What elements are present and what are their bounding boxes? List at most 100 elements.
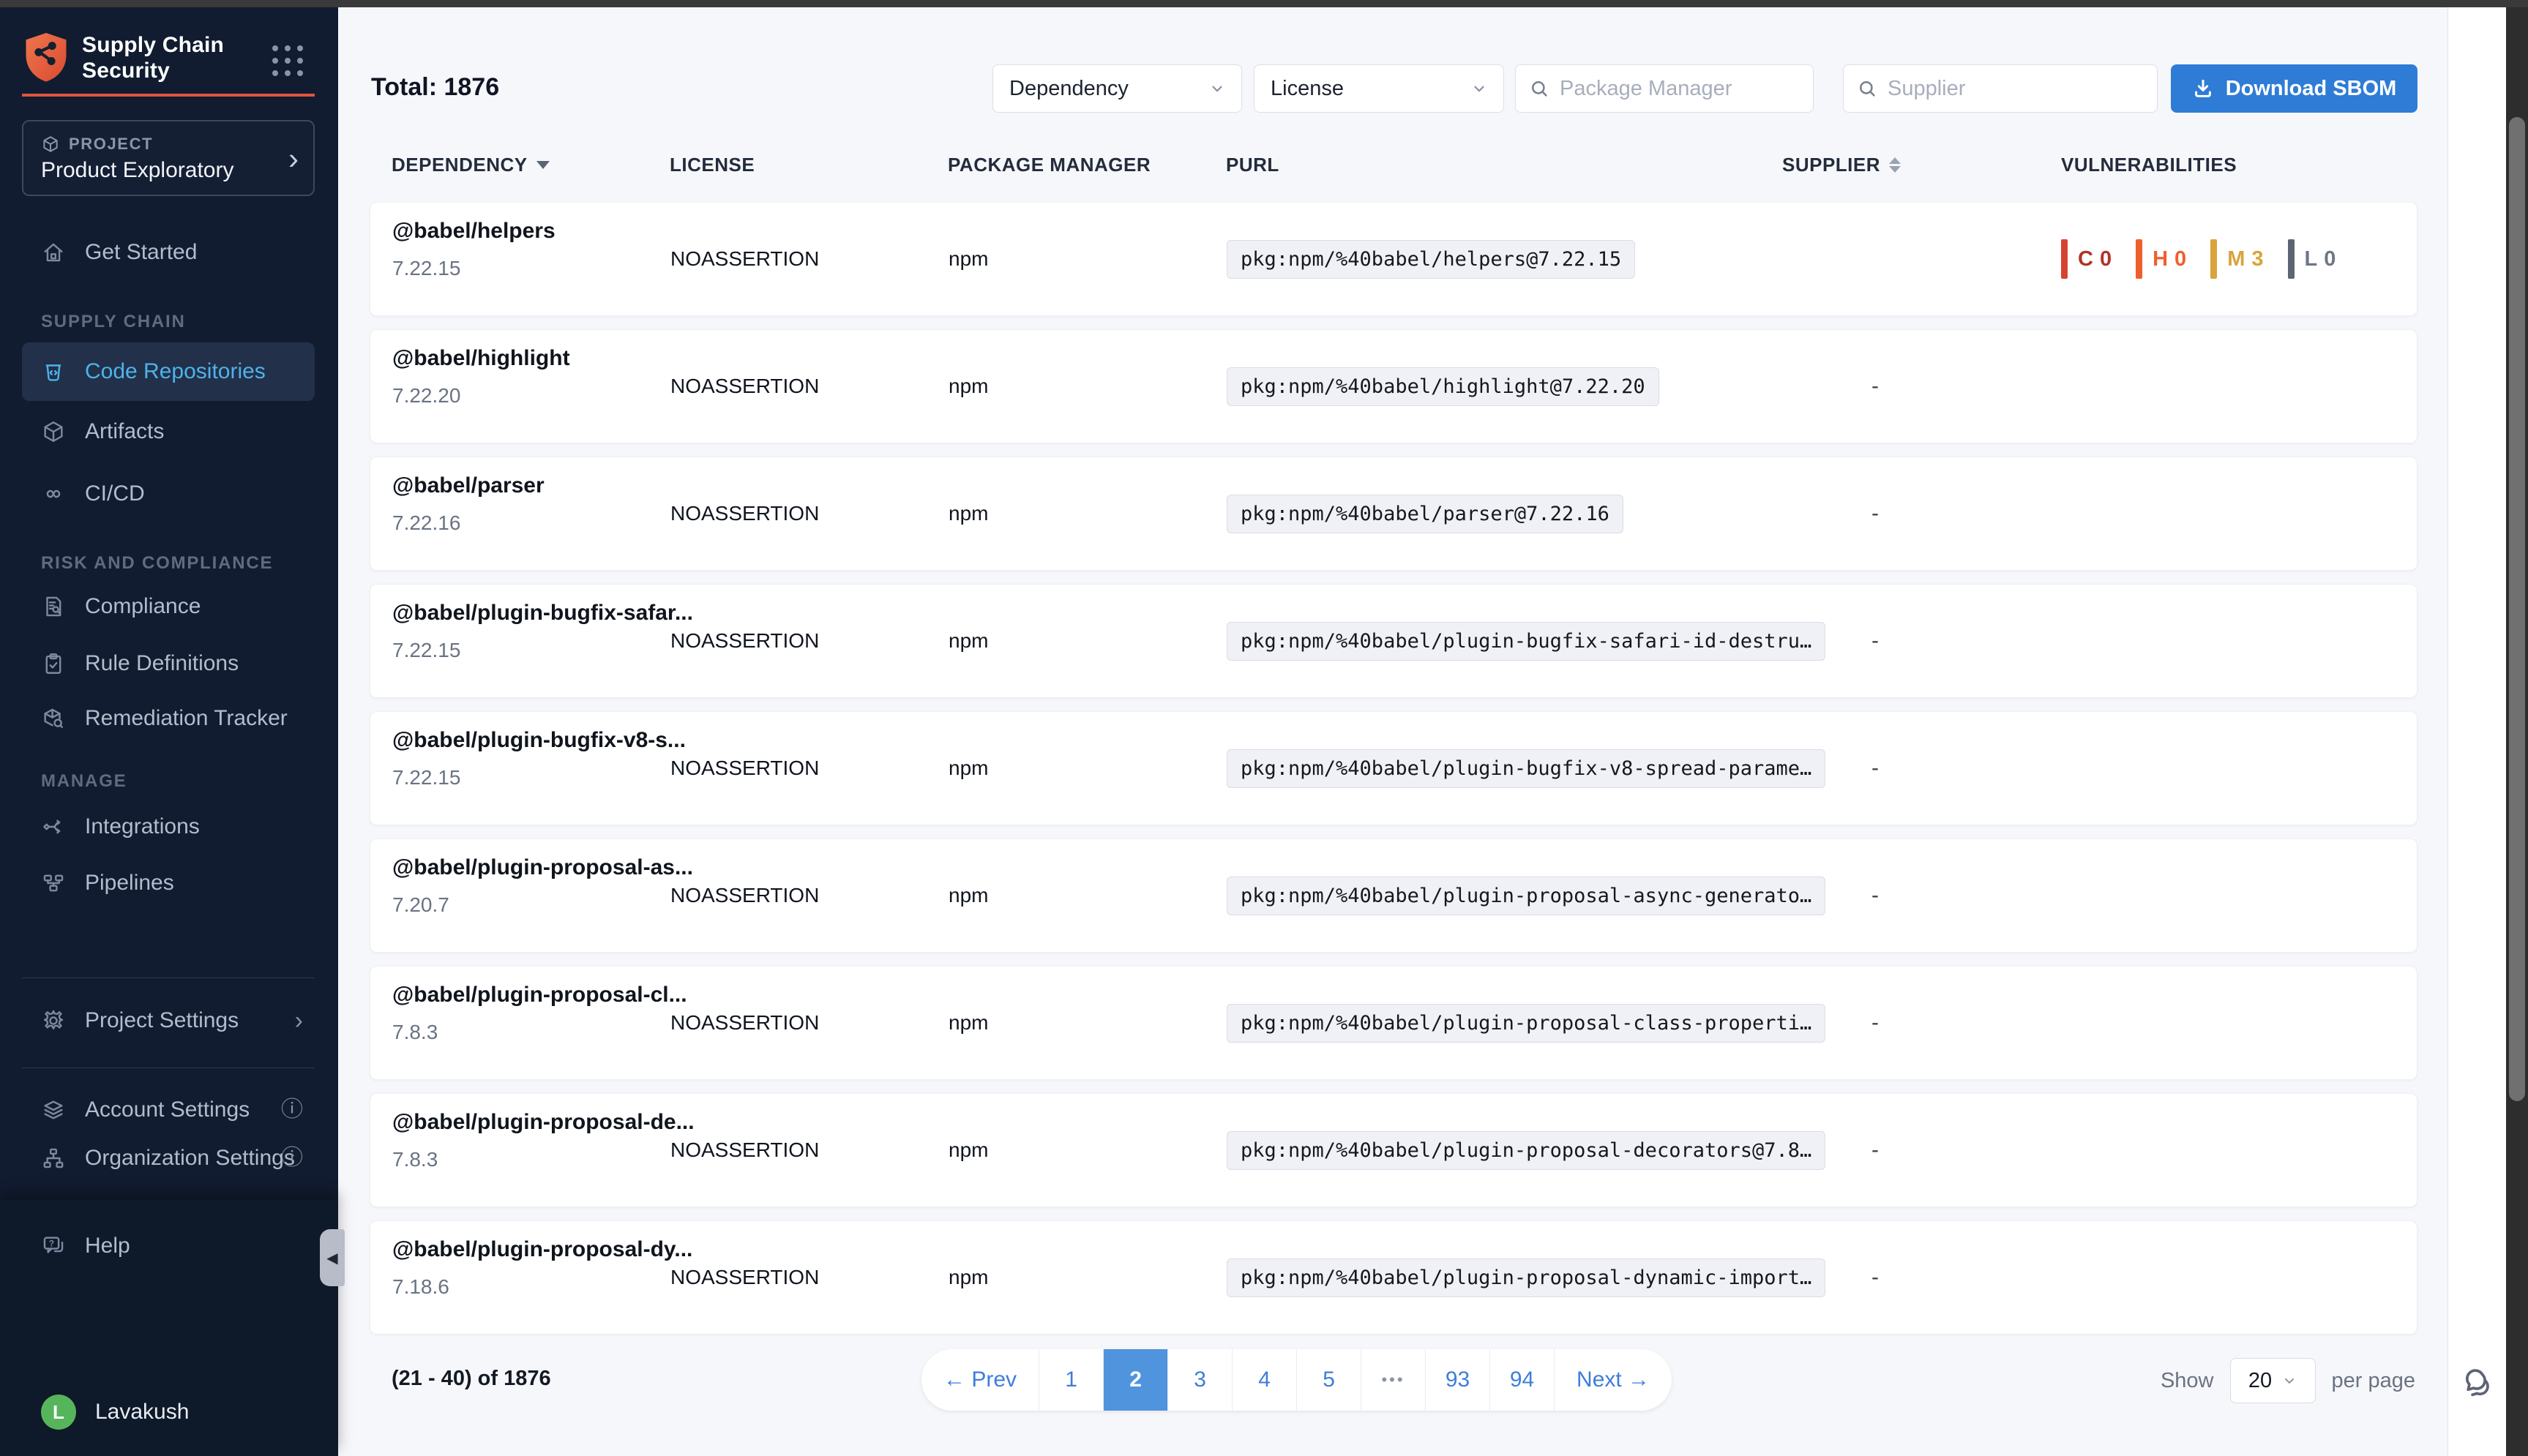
sidebar-item-account-settings[interactable]: Account Settings ⓘ (22, 1087, 315, 1133)
info-icon[interactable]: ⓘ (281, 1147, 303, 1169)
sidebar-item-code-repositories[interactable]: Code Repositories (22, 342, 315, 401)
project-selector[interactable]: PROJECT Product Exploratory › (22, 120, 315, 196)
infinity-icon (41, 481, 66, 506)
table-row[interactable]: @babel/plugin-proposal-dy... 7.18.6 NOAS… (370, 1220, 2417, 1335)
pagination: ← Prev 1 2 3 4 5 ••• 93 94 Next → (921, 1349, 1672, 1411)
page-size-select[interactable]: 20 (2230, 1358, 2316, 1403)
supplier-value: - (1802, 1221, 1948, 1334)
feedback-chat-icon[interactable] (2460, 1367, 2497, 1403)
window-chrome-strip (0, 0, 2528, 7)
license-value: NOASSERTION (670, 712, 819, 825)
sidebar-item-artifacts[interactable]: Artifacts (22, 408, 315, 455)
purl-chip[interactable]: pkg:npm/%40babel/plugin-proposal-class-p… (1227, 1004, 1825, 1043)
purl-chip[interactable]: pkg:npm/%40babel/plugin-proposal-dynamic… (1227, 1258, 1825, 1297)
dependency-name: @babel/helpers (392, 219, 556, 244)
page-button[interactable]: 5 (1297, 1349, 1361, 1411)
page-button[interactable]: Next → (1555, 1349, 1672, 1411)
sidebar-item-cicd[interactable]: CI/CD (22, 470, 315, 517)
sidebar-item-compliance[interactable]: Compliance (22, 583, 315, 630)
table-row[interactable]: @babel/plugin-proposal-de... 7.8.3 NOASS… (370, 1093, 2417, 1207)
download-sbom-button[interactable]: Download SBOM (2171, 64, 2417, 113)
table-row[interactable]: @babel/helpers 7.22.15 NOASSERTION npm p… (370, 202, 2417, 316)
purl-cell: pkg:npm/%40babel/plugin-proposal-class-p… (1227, 967, 1825, 1079)
dependency-version: 7.22.20 (392, 384, 460, 408)
table-row[interactable]: @babel/plugin-proposal-cl... 7.8.3 NOASS… (370, 966, 2417, 1080)
dependency-version: 7.20.7 (392, 893, 449, 917)
sidebar-item-get-started[interactable]: Get Started (22, 229, 315, 276)
sidebar: Supply Chain Security PROJECT Product Ex… (0, 7, 338, 1456)
supplier-search-input[interactable] (1888, 77, 2144, 101)
page-button[interactable]: 3 (1168, 1349, 1233, 1411)
org-chart-icon (41, 1146, 66, 1171)
brand-accent-divider (22, 94, 315, 97)
sidebar-item-rule-definitions[interactable]: Rule Definitions (22, 640, 315, 687)
purl-chip[interactable]: pkg:npm/%40babel/plugin-proposal-decorat… (1227, 1131, 1825, 1170)
scrollbar-thumb[interactable] (2509, 117, 2525, 1101)
page-size-control: Show 20 per page (2161, 1356, 2415, 1405)
supplier-value: - (1802, 967, 1948, 1079)
page-button[interactable]: 4 (1233, 1349, 1297, 1411)
purl-chip[interactable]: pkg:npm/%40babel/plugin-bugfix-safari-id… (1227, 622, 1825, 661)
sidebar-item-remediation-tracker[interactable]: Remediation Tracker (22, 695, 315, 742)
purl-chip[interactable]: pkg:npm/%40babel/helpers@7.22.15 (1227, 240, 1635, 279)
table-row[interactable]: @babel/highlight 7.22.20 NOASSERTION npm… (370, 329, 2417, 443)
sidebar-item-label: Compliance (85, 594, 201, 619)
page-button[interactable]: 2 (1104, 1349, 1168, 1411)
package-manager-value: npm (949, 1094, 988, 1207)
page-button[interactable]: 93 (1426, 1349, 1490, 1411)
severity-letter: C (2078, 247, 2095, 271)
page-button[interactable]: ← Prev (921, 1349, 1039, 1411)
license-value: NOASSERTION (670, 839, 819, 952)
supplier-value: - (1802, 1094, 1948, 1207)
package-manager-value: npm (949, 330, 988, 443)
app-title: Supply Chain Security (82, 32, 250, 83)
purl-chip[interactable]: pkg:npm/%40babel/parser@7.22.16 (1227, 495, 1623, 533)
package-manager-search-input[interactable] (1560, 77, 1800, 101)
sidebar-item-help[interactable]: ? Help (22, 1223, 315, 1269)
column-header-license: LICENSE (670, 154, 755, 176)
info-icon[interactable]: ⓘ (281, 1099, 303, 1121)
project-name: Product Exploratory (41, 158, 233, 183)
license-filter-select[interactable]: License (1254, 64, 1504, 113)
table-row[interactable]: @babel/plugin-proposal-as... 7.20.7 NOAS… (370, 838, 2417, 953)
purl-chip[interactable]: pkg:npm/%40babel/highlight@7.22.20 (1227, 367, 1659, 406)
package-manager-value: npm (949, 457, 988, 570)
sidebar-item-organization-settings[interactable]: Organization Settings ⓘ (22, 1135, 315, 1182)
layers-gear-icon (41, 1097, 66, 1122)
sidebar-item-integrations[interactable]: Integrations (22, 803, 315, 850)
column-header-package-manager: PACKAGE MANAGER (948, 154, 1151, 176)
purl-cell: pkg:npm/%40babel/helpers@7.22.15 (1227, 203, 1635, 315)
dependency-version: 7.22.15 (392, 766, 460, 789)
apps-grid-icon[interactable] (272, 45, 304, 78)
chevron-down-icon (1209, 80, 1225, 97)
sidebar-collapse-handle[interactable]: ◀ (320, 1229, 345, 1286)
dependency-filter-select[interactable]: Dependency (992, 64, 1242, 113)
page-button[interactable]: 94 (1490, 1349, 1555, 1411)
page-button[interactable]: ••• (1361, 1349, 1426, 1411)
user-menu[interactable]: L Lavakush (22, 1389, 315, 1436)
page-scrollbar[interactable] (2506, 7, 2528, 1456)
purl-cell: pkg:npm/%40babel/highlight@7.22.20 (1227, 330, 1659, 443)
sidebar-item-project-settings[interactable]: Project Settings › (22, 997, 315, 1044)
table-row[interactable]: @babel/parser 7.22.16 NOASSERTION npm pk… (370, 457, 2417, 571)
sidebar-item-label: Project Settings (85, 1008, 239, 1033)
chevron-right-icon: › (295, 1008, 303, 1033)
sidebar-item-pipelines[interactable]: Pipelines (22, 860, 315, 907)
clipboard-check-icon (41, 651, 66, 676)
sidebar-item-label: Account Settings (85, 1097, 250, 1122)
purl-chip[interactable]: pkg:npm/%40babel/plugin-bugfix-v8-spread… (1227, 749, 1825, 788)
dependency-name: @babel/parser (392, 473, 545, 498)
severity-count: 0 (2174, 247, 2188, 271)
severity-bar (2061, 239, 2068, 279)
purl-cell: pkg:npm/%40babel/plugin-bugfix-v8-spread… (1227, 712, 1825, 825)
purl-cell: pkg:npm/%40babel/plugin-proposal-decorat… (1227, 1094, 1825, 1207)
total-count: Total: 1876 (371, 73, 499, 102)
purl-chip[interactable]: pkg:npm/%40babel/plugin-proposal-async-g… (1227, 877, 1825, 915)
column-header-dependency[interactable]: DEPENDENCY (392, 154, 550, 176)
page-button[interactable]: 1 (1039, 1349, 1104, 1411)
sort-both-icon (1889, 157, 1901, 173)
sort-desc-icon (536, 161, 550, 169)
table-row[interactable]: @babel/plugin-bugfix-v8-s... 7.22.15 NOA… (370, 711, 2417, 825)
column-header-supplier[interactable]: SUPPLIER (1782, 154, 1901, 176)
table-row[interactable]: @babel/plugin-bugfix-safar... 7.22.15 NO… (370, 584, 2417, 698)
